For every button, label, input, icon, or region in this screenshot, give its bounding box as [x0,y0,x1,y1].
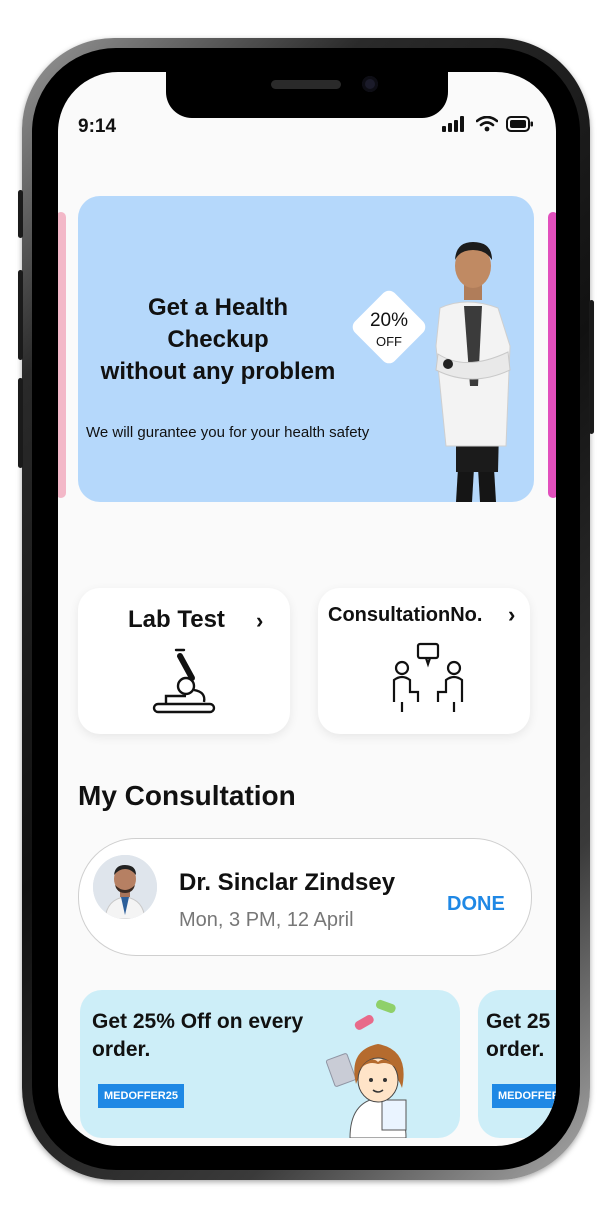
speaker [271,80,341,89]
banner-title-line1: Get a Health [147,294,289,321]
consultation-card[interactable]: ConsultationNo. › [318,588,530,734]
pharmacist-illustration [325,999,407,1138]
lab-test-title: Lab Test [128,606,225,633]
prev-banner-edge[interactable] [58,212,66,498]
promo-text-line2: order. [92,1038,151,1061]
appointment-time: Mon, 3 PM, 12 April [179,909,354,931]
front-camera [362,76,378,92]
promo-code-badge[interactable]: MEDOFFER25 [98,1084,184,1108]
promo-text-line2: order. [486,1038,545,1061]
banner-subtitle: We will gurantee you for your health saf… [86,424,370,441]
avatar [93,855,157,919]
next-banner-edge[interactable] [548,212,556,498]
power-button [589,300,594,434]
banner-title: Get a Health Checkup without any problem [92,292,344,388]
consultation-icon [392,642,464,712]
status-time: 9:14 [78,116,117,137]
status-done[interactable]: DONE [447,893,505,916]
offer-badge: 20% OFF [349,287,429,367]
section-title: My Consultation [78,780,296,811]
chevron-right-icon: › [508,602,516,627]
wifi-icon [476,116,498,132]
consultation-title: ConsultationNo. [328,604,483,626]
promo-card-next[interactable]: Get 25 order. MEDOFFER [478,990,556,1138]
notch [166,72,448,118]
promo-card[interactable]: Get 25% Off on every order. MEDOFFER25 [80,990,460,1138]
health-checkup-banner[interactable]: Get a Health Checkup without any problem… [78,196,534,502]
consultation-item[interactable]: Dr. Sinclar Zindsey Mon, 3 PM, 12 April … [78,838,532,956]
promo-text: Get 25 order. [486,1008,550,1064]
offer-label: OFF [376,334,402,349]
doctor-illustration [435,242,511,502]
volume-down-button [18,378,23,468]
offer-percent: 20% [369,310,409,331]
battery-icon [506,116,533,132]
doctor-name: Dr. Sinclar Zindsey [179,869,396,896]
signal-icon [442,116,464,132]
promo-text: Get 25% Off on every order. [92,1008,303,1064]
promo-code-badge[interactable]: MEDOFFER [492,1084,556,1108]
volume-up-button [18,270,23,360]
banner-title-line3: without any problem [100,358,336,385]
doctor-avatar-icon [93,855,157,919]
microscope-icon [152,648,216,714]
lab-test-card[interactable]: Lab Test › [78,588,290,734]
chevron-right-icon: › [256,608,264,633]
promo-text-line1: Get 25 [486,1010,551,1033]
banner-title-line2: Checkup [167,326,269,353]
side-button-left [18,190,23,238]
status-icons [442,116,534,132]
promo-text-line1: Get 25% Off on every [92,1010,304,1033]
app-screen: 9:14 Get a Health Checkup without any pr… [58,72,556,1146]
